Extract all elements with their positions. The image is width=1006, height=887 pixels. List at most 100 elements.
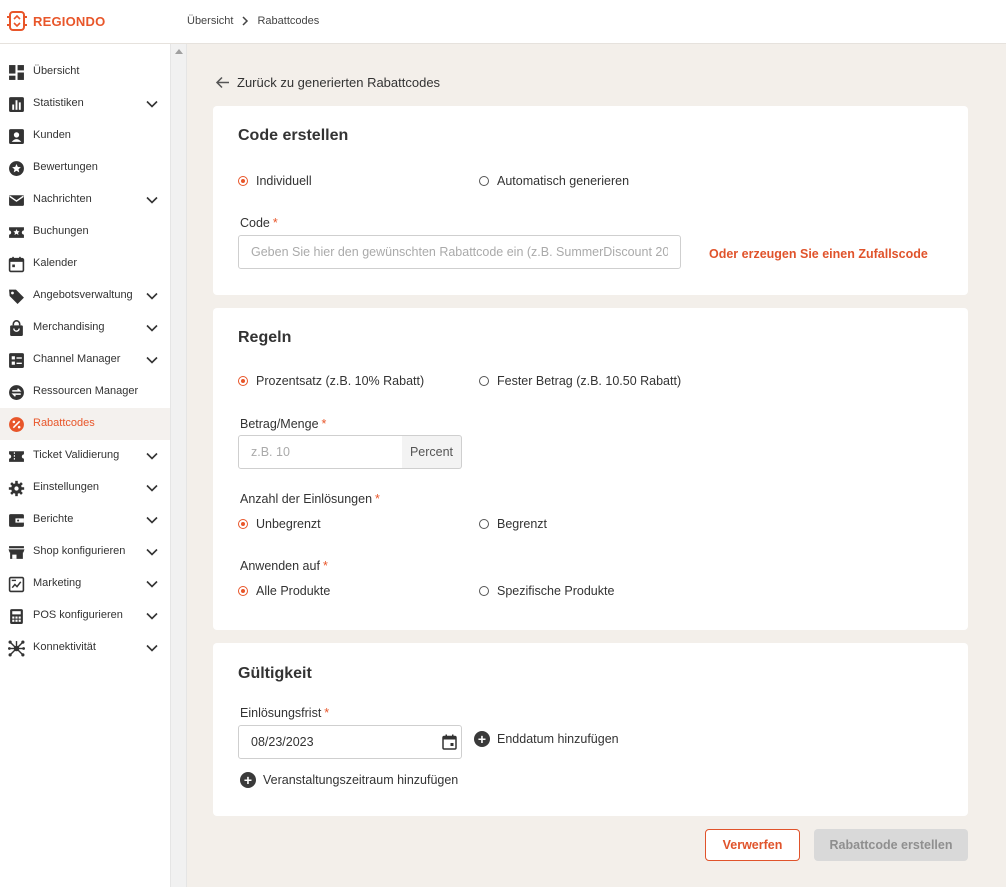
sidebar-item-buchungen[interactable]: Buchungen [0, 216, 170, 248]
plus-circle-icon: + [240, 772, 256, 788]
sidebar-item-label: Rabattcodes [33, 417, 95, 429]
swap-icon [9, 385, 24, 400]
storefront-icon [8, 546, 25, 559]
sidebar-item-label: Ressourcen Manager [33, 385, 139, 397]
plus-circle-icon: + [474, 731, 490, 747]
radio-limited[interactable]: Begrenzt [479, 517, 547, 531]
sidebar-item-label: Statistiken [33, 97, 84, 109]
envelope-icon [9, 195, 24, 206]
amount-label: Betrag/Menge * [240, 417, 327, 431]
sidebar-item-nachrichten[interactable]: Nachrichten [0, 184, 170, 216]
create-discount-code-button[interactable]: Rabattcode erstellen [814, 829, 968, 861]
shopping-bag-icon [10, 320, 23, 336]
chevron-down-icon [146, 356, 158, 364]
add-event-period-label: Veranstaltungszeitraum hinzufügen [263, 773, 459, 787]
sidebar-item-kalender[interactable]: Kalender [0, 248, 170, 280]
percent-icon [9, 417, 24, 432]
radio-label: Unbegrenzt [256, 517, 321, 531]
radio-label: Spezifische Produkte [497, 584, 615, 598]
random-code-link[interactable]: Oder erzeugen Sie einen Zufallscode [709, 247, 928, 261]
sidebar-item-shop-konfigurieren[interactable]: Shop konfigurieren [0, 536, 170, 568]
radio-unlimited[interactable]: Unbegrenzt [238, 517, 321, 531]
chevron-down-icon [146, 100, 158, 108]
radio-auto-generate[interactable]: Automatisch generieren [479, 174, 629, 188]
card-title: Gültigkeit [238, 665, 312, 682]
tag-icon [9, 289, 24, 304]
deadline-date-input[interactable]: 08/23/2023 [238, 725, 462, 759]
sidebar-item-merchandising[interactable]: Merchandising [0, 312, 170, 344]
sidebar-item-uebersicht[interactable]: Übersicht [0, 56, 170, 88]
validity-card: Gültigkeit Einlösungsfrist * 08/23/2023 +… [213, 643, 968, 816]
breadcrumb-current: Rabattcodes [257, 15, 320, 27]
chevron-down-icon [146, 612, 158, 620]
required-mark: * [321, 417, 327, 431]
discard-button[interactable]: Verwerfen [705, 829, 800, 861]
back-link[interactable]: Zurück zu generierten Rabattcodes [215, 75, 440, 90]
sidebar-item-channel-manager[interactable]: Channel Manager [0, 344, 170, 376]
radio-label: Automatisch generieren [497, 174, 630, 188]
ticket-star-icon [9, 227, 24, 238]
sidebar-item-statistiken[interactable]: Statistiken [0, 88, 170, 120]
chevron-right-icon [242, 16, 249, 26]
sidebar-item-label: Channel Manager [33, 353, 121, 365]
scroll-up-arrow-icon[interactable] [175, 49, 183, 54]
required-mark: * [322, 559, 328, 573]
ticket-icon [9, 451, 24, 462]
sidebar-item-pos-konfigurieren[interactable]: POS konfigurieren [0, 600, 170, 632]
brand-logo[interactable]: REGIONDO [6, 9, 105, 33]
sidebar-item-label: Nachrichten [33, 193, 92, 205]
radio-percentage[interactable]: Prozentsatz (z.B. 10% Rabatt) [238, 374, 424, 388]
sidebar-scrollbar[interactable] [170, 44, 187, 887]
sidebar-item-einstellungen[interactable]: Einstellungen [0, 472, 170, 504]
sidebar-item-bewertungen[interactable]: Bewertungen [0, 152, 170, 184]
radio-specific-products[interactable]: Spezifische Produkte [479, 584, 614, 598]
breadcrumb-overview[interactable]: Übersicht [187, 15, 233, 27]
radio-selected-icon [238, 586, 248, 596]
rules-card: Regeln Prozentsatz (z.B. 10% Rabatt) Fes… [213, 308, 968, 630]
deadline-label: Einlösungsfrist * [240, 706, 330, 720]
sidebar-item-label: Einstellungen [33, 481, 100, 493]
sidebar-item-ressourcen-manager[interactable]: Ressourcen Manager [0, 376, 170, 408]
radio-unselected-icon [479, 519, 489, 529]
hub-icon [8, 640, 25, 657]
wallet-icon [9, 514, 24, 527]
sidebar-item-berichte[interactable]: Berichte [0, 504, 170, 536]
radio-fixed-amount[interactable]: Fester Betrag (z.B. 10.50 Rabatt) [479, 374, 681, 388]
amount-input[interactable] [238, 435, 403, 469]
radio-selected-icon [238, 176, 248, 186]
calendar-icon[interactable] [442, 734, 457, 750]
chevron-down-icon [146, 580, 158, 588]
chevron-down-icon [146, 292, 158, 300]
sidebar-item-konnektivitaet[interactable]: Konnektivität [0, 632, 170, 664]
sidebar-item-ticket-validierung[interactable]: Ticket Validierung [0, 440, 170, 472]
sidebar-item-label: Angebotsverwaltung [33, 289, 133, 301]
radio-label: Begrenzt [497, 517, 548, 531]
sidebar-item-label: POS konfigurieren [33, 609, 123, 621]
radio-label: Prozentsatz (z.B. 10% Rabatt) [256, 374, 425, 388]
chevron-down-icon [146, 644, 158, 652]
chevron-down-icon [146, 548, 158, 556]
add-event-period-button[interactable]: + Veranstaltungszeitraum hinzufügen [240, 772, 458, 788]
code-input[interactable] [238, 235, 681, 269]
sidebar-item-angebotsverwaltung[interactable]: Angebotsverwaltung [0, 280, 170, 312]
bar-chart-icon [9, 97, 24, 112]
arrow-left-icon [215, 76, 229, 89]
chevron-down-icon [146, 452, 158, 460]
sidebar-item-rabattcodes[interactable]: Rabattcodes [0, 408, 170, 440]
calendar-icon [8, 256, 25, 273]
radio-label: Individuell [256, 174, 312, 188]
card-title: Code erstellen [238, 127, 349, 144]
radio-unselected-icon [479, 586, 489, 596]
add-end-date-button[interactable]: + Enddatum hinzufügen [474, 731, 619, 747]
sidebar-item-marketing[interactable]: Marketing [0, 568, 170, 600]
radio-unselected-icon [479, 376, 489, 386]
breadcrumb: Übersicht Rabattcodes [187, 15, 319, 27]
radio-individual[interactable]: Individuell [238, 174, 312, 188]
star-circle-icon [9, 161, 24, 176]
sidebar-item-kunden[interactable]: Kunden [0, 120, 170, 152]
chevron-down-icon [146, 516, 158, 524]
sidebar: Übersicht Statistiken Kunden Bewertungen… [0, 44, 170, 887]
radio-all-products[interactable]: Alle Produkte [238, 584, 330, 598]
sidebar-item-label: Ticket Validierung [33, 449, 120, 461]
radio-label: Alle Produkte [256, 584, 331, 598]
